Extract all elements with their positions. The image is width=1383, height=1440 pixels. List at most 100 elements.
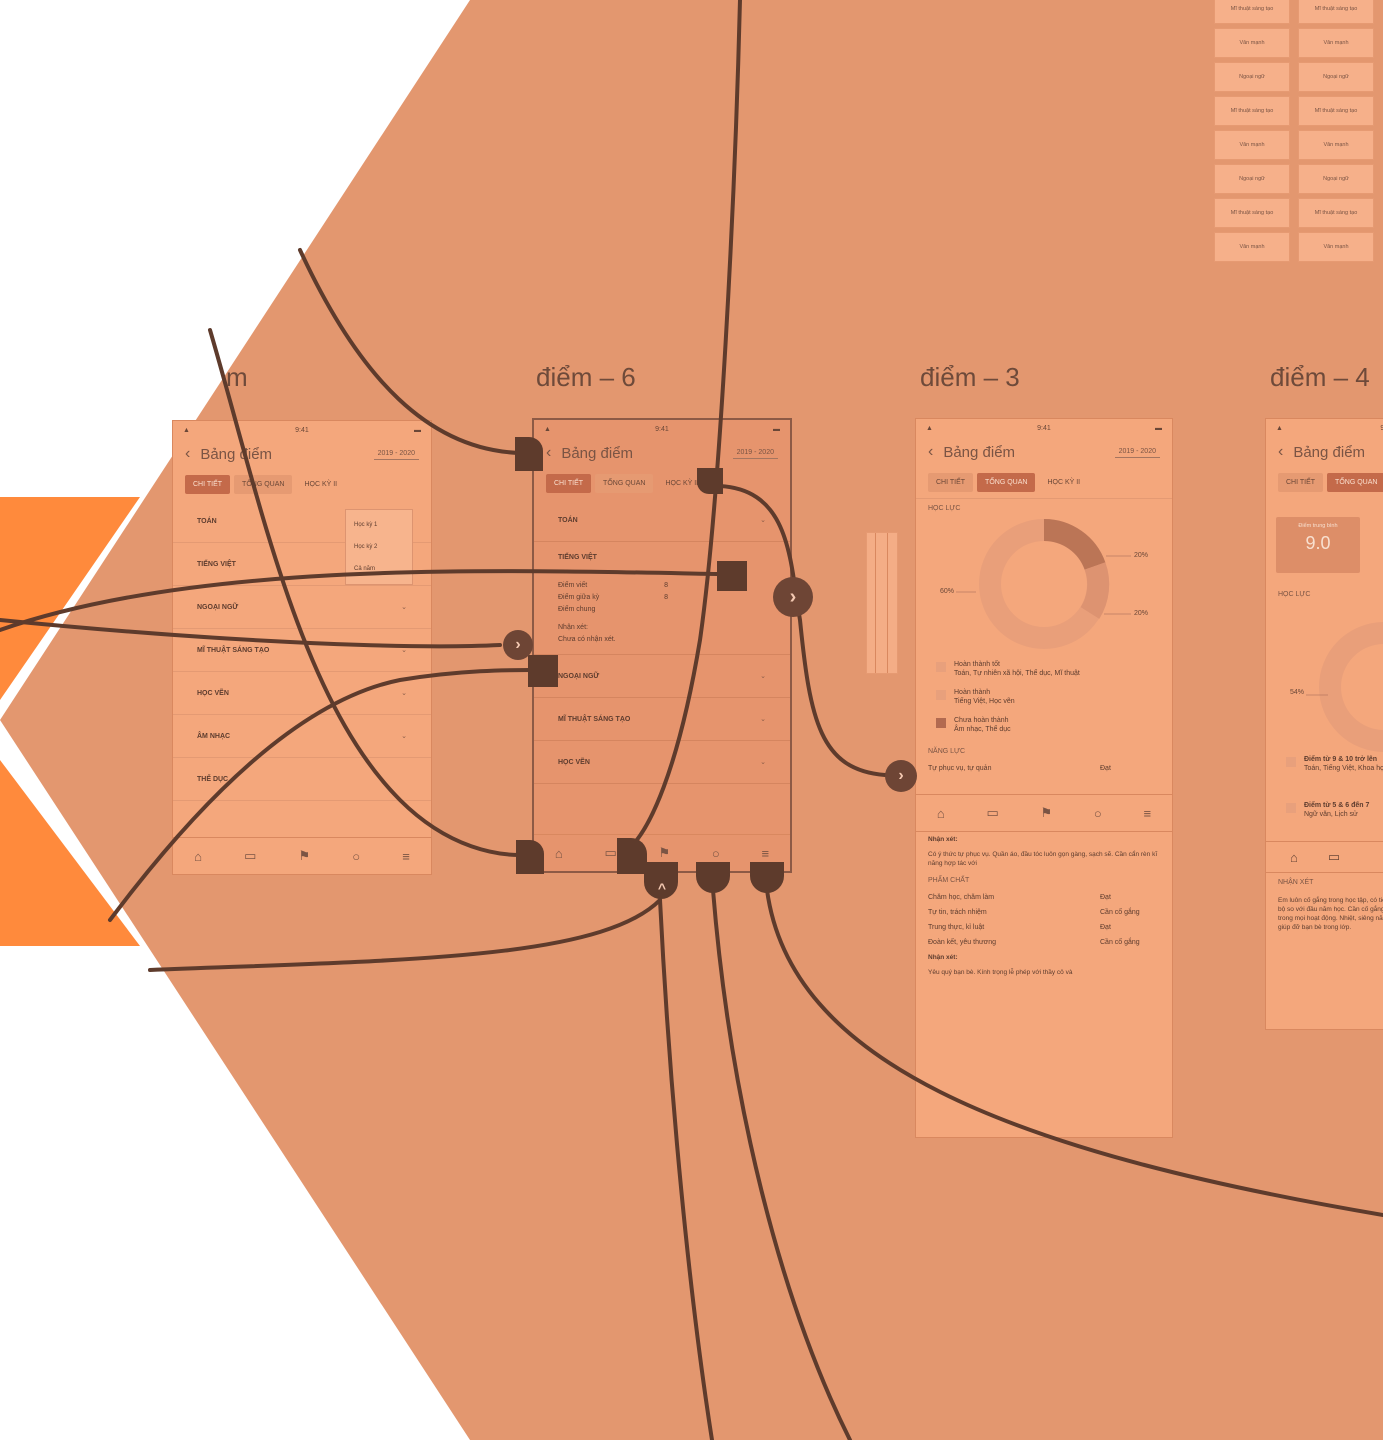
next-arrow-button[interactable]: › [885,760,917,792]
subject-row[interactable]: NGOẠI NGỮ ⌄ [534,655,790,698]
subject-card[interactable]: Văn mạnh [1214,28,1290,58]
dropdown-option[interactable]: Học kỳ 2 [354,536,404,558]
status-bar: ▲ 9:41 ▬ [544,425,780,433]
tab-bar: CHI TIẾT TỔNG QUAN HỌC KỲ II [534,468,790,499]
settings-icon[interactable]: ○ [712,846,720,861]
pham-chat-row: Đoàn kết, yêu thương Cần cố gắng [928,939,1140,946]
chevron-down-icon: ⌄ [401,733,407,740]
subject-row[interactable]: HỌC VẼN ⌄ [173,672,431,715]
chat-icon[interactable]: ▭ [244,848,256,864]
subject-card[interactable]: Mĩ thuật sáng tạo [1298,96,1374,126]
term-select[interactable]: HỌC KỲ II [1039,473,1088,492]
bottom-nav: ⌂ ▭ ⚑ ○ ≡ [916,794,1172,832]
subject-card[interactable]: Ngoại ngữ [1214,164,1290,194]
tab-overview[interactable]: TỔNG QUAN [977,473,1036,492]
subject-row[interactable]: THỂ DỤC [173,758,431,801]
screen-left: ▲ 9:41 ▬ ‹ Bảng điểm 2019 - 2020 CHI TIẾT … [172,420,432,875]
subject-card[interactable]: Mĩ thuật sáng tạo [1214,96,1290,126]
subject-card[interactable]: Mĩ thuật sáng tạo [1214,0,1290,24]
chevron-down-icon: ⌄ [401,604,407,611]
subject-card[interactable]: Văn mạnh [1298,28,1374,58]
tab-detail[interactable]: CHI TIẾT [928,473,974,492]
next-arrow-button[interactable]: › [773,577,813,617]
scroll-indicator[interactable] [866,532,898,674]
donut-chart-svg [956,518,1131,649]
tab-overview[interactable]: TỔNG QUAN [234,475,293,494]
chat-icon[interactable]: ▭ [1328,849,1340,865]
chevron-down-icon: ⌄ [760,716,766,723]
menu-icon[interactable]: ≡ [761,846,769,861]
term-select[interactable]: HỌC KỲ II [657,474,706,493]
next-arrow-button[interactable]: › [503,630,533,660]
nang-luc-row: Tự phục vụ, tự quản Đạt [928,765,1111,772]
year-select[interactable]: 2019 - 2020 [1114,446,1160,458]
home-icon[interactable]: ⌂ [937,806,945,821]
subject-row[interactable]: NGOẠI NGỮ ⌄ [173,586,431,629]
tab-detail[interactable]: CHI TIẾT [1278,473,1324,492]
tab-bar: CHI TIẾT TỔNG QUAN HỌC KỲ II [916,467,1172,499]
settings-icon[interactable]: ○ [352,849,360,864]
header-title: Bảng điểm [943,443,1016,461]
subject-card[interactable]: Văn mạnh [1298,130,1374,160]
tab-overview[interactable]: TỔNG QUAN [595,474,654,493]
term-select[interactable]: HỌC KỲ II [296,475,345,494]
subject-card[interactable]: Văn mạnh [1214,130,1290,160]
menu-icon[interactable]: ≡ [402,849,410,864]
pct-label: 20% [1134,552,1149,559]
settings-icon[interactable]: ○ [1094,806,1102,821]
legend-item: Hoàn thành Tiếng Việt, Học vẽn [916,686,1172,708]
status-bar: ▲9:41 [1276,424,1383,432]
pham-chat-row: Tự tin, trách nhiệm Cần cố gắng [928,909,1140,916]
dropdown-option[interactable]: Học kỳ 1 [354,514,404,536]
subject-card[interactable]: Văn mạnh [1298,232,1374,262]
menu-icon[interactable]: ≡ [1143,806,1151,821]
subject-card[interactable]: Ngoại ngữ [1214,62,1290,92]
subject-details: Điểm viết 8 Điểm giữa kỳ 8 Điểm chung Nhận… [534,572,790,655]
flag-icon[interactable]: ⚑ [299,848,311,864]
chevron-up-icon: ^ [657,880,667,896]
home-icon[interactable]: ⌂ [194,849,202,864]
flag-icon[interactable]: ⚑ [1040,805,1052,821]
subject-row[interactable]: TOÁN ⌄ [534,499,790,542]
bottom-nav: ⌂ ▭ [1266,841,1383,873]
home-icon[interactable]: ⌂ [555,846,563,861]
chevron-right-icon: › [789,585,797,608]
subject-row[interactable]: TIẾNG VIỆT [534,542,790,572]
year-select[interactable]: 2019 - 2020 [373,448,419,460]
chevron-up-button[interactable]: ^ [648,874,676,902]
note-label: Nhận xét: [928,836,958,843]
subject-row[interactable]: MĨ THUẬT SÁNG TẠO ⌄ [534,698,790,741]
pham-chat-row: Chăm học, chăm làm Đạt [928,894,1111,901]
subject-row[interactable]: ÂM NHẠC ⌄ [173,715,431,758]
donut-segment-20-bottom [1080,562,1110,619]
back-icon[interactable]: ‹ [928,443,933,461]
subject-card[interactable]: Ngoại ngữ [1298,62,1374,92]
dropdown-option[interactable]: Cả năm [354,558,404,580]
subject-row[interactable]: HỌC VẼN ⌄ [534,741,790,784]
subject-row[interactable]: MĨ THUẬT SÁNG TẠO ⌄ [173,629,431,672]
subject-card[interactable]: Ngoại ngữ [1298,164,1374,194]
back-icon[interactable]: ‹ [546,444,551,462]
subject-card[interactable]: Mĩ thuật sáng tạo [1298,0,1374,24]
subject-card[interactable]: Mĩ thuật sáng tạo [1298,198,1374,228]
chat-icon[interactable]: ▭ [986,805,998,821]
home-icon[interactable]: ⌂ [1290,850,1298,865]
section-hoc-luc: HỌC LỰC [1278,591,1311,598]
subject-card[interactable]: Văn mạnh [1214,232,1290,262]
tab-detail[interactable]: CHI TIẾT [546,474,592,493]
back-icon[interactable]: ‹ [185,445,190,463]
flag-icon[interactable]: ⚑ [658,845,670,861]
legend-item: Điểm từ 5 & 6 đến 7 Ngữ văn, Lịch sử [1266,799,1383,821]
subject-card[interactable]: Mĩ thuật sáng tạo [1214,198,1290,228]
chevron-down-icon: ⌄ [760,673,766,680]
chat-icon[interactable]: ▭ [604,845,616,861]
section-pham-chat: PHẨM CHẤT [928,877,970,884]
chevron-down-icon: ⌄ [760,759,766,766]
tab-detail[interactable]: CHI TIẾT [185,475,231,494]
header-title: Bảng điểm [200,445,273,463]
year-select[interactable]: 2019 - 2020 [732,447,778,459]
tab-overview[interactable]: TỔNG QUAN [1327,473,1383,492]
term-dropdown: Học kỳ 1 Học kỳ 2 Cả năm [345,509,413,585]
section-nang-luc: NĂNG LỰC [928,748,966,755]
back-icon[interactable]: ‹ [1278,443,1283,461]
